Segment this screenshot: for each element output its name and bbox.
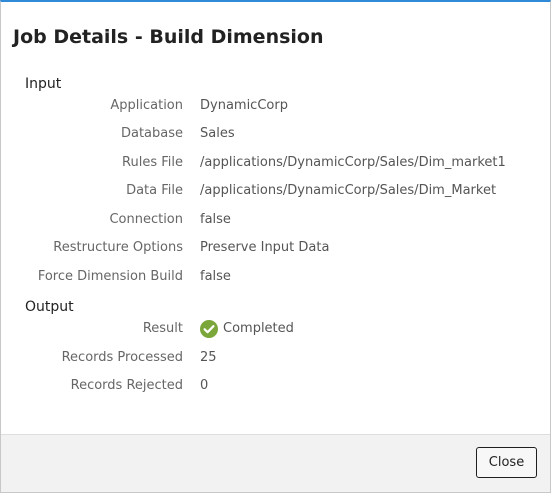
force-dimension-build-label: Force Dimension Build bbox=[37, 269, 183, 284]
detail-row-force-dimension-build: Force Dimension Build false bbox=[1, 267, 551, 287]
detail-row-data-file: Data File /applications/DynamicCorp/Sale… bbox=[1, 181, 551, 201]
close-button[interactable]: Close bbox=[476, 447, 537, 478]
result-value: Completed bbox=[223, 321, 294, 336]
application-value: DynamicCorp bbox=[200, 98, 288, 113]
detail-row-application: Application DynamicCorp bbox=[1, 96, 551, 116]
output-section-heading: Output bbox=[25, 299, 74, 315]
records-rejected-label: Records Rejected bbox=[70, 378, 183, 393]
restructure-options-label: Restructure Options bbox=[53, 240, 183, 255]
check-circle-icon bbox=[200, 320, 218, 338]
rules-file-label: Rules File bbox=[122, 155, 183, 170]
data-file-label: Data File bbox=[126, 183, 183, 198]
result-status: Completed bbox=[200, 319, 294, 339]
detail-row-restructure-options: Restructure Options Preserve Input Data bbox=[1, 238, 551, 258]
detail-row-records-processed: Records Processed 25 bbox=[1, 348, 551, 368]
records-processed-label: Records Processed bbox=[61, 350, 183, 365]
database-label: Database bbox=[120, 126, 183, 141]
detail-row-database: Database Sales bbox=[1, 124, 551, 144]
database-value: Sales bbox=[200, 126, 235, 141]
application-label: Application bbox=[110, 98, 183, 113]
detail-row-rules-file: Rules File /applications/DynamicCorp/Sal… bbox=[1, 153, 551, 173]
detail-row-connection: Connection false bbox=[1, 210, 551, 230]
detail-row-result: Result Completed bbox=[1, 319, 551, 339]
connection-value: false bbox=[200, 212, 231, 227]
rules-file-value: /applications/DynamicCorp/Sales/Dim_mark… bbox=[200, 155, 506, 170]
records-rejected-value: 0 bbox=[200, 378, 209, 393]
detail-row-records-rejected: Records Rejected 0 bbox=[1, 376, 551, 396]
result-label: Result bbox=[142, 321, 183, 336]
force-dimension-build-value: false bbox=[200, 269, 231, 284]
job-details-dialog: Job Details - Build Dimension Input Appl… bbox=[0, 0, 551, 493]
input-section-heading: Input bbox=[25, 76, 62, 92]
dialog-footer: Close bbox=[1, 434, 550, 492]
dialog-title: Job Details - Build Dimension bbox=[13, 26, 324, 48]
data-file-value: /applications/DynamicCorp/Sales/Dim_Mark… bbox=[200, 183, 497, 198]
records-processed-value: 25 bbox=[200, 350, 217, 365]
restructure-options-value: Preserve Input Data bbox=[200, 240, 330, 255]
connection-label: Connection bbox=[109, 212, 183, 227]
